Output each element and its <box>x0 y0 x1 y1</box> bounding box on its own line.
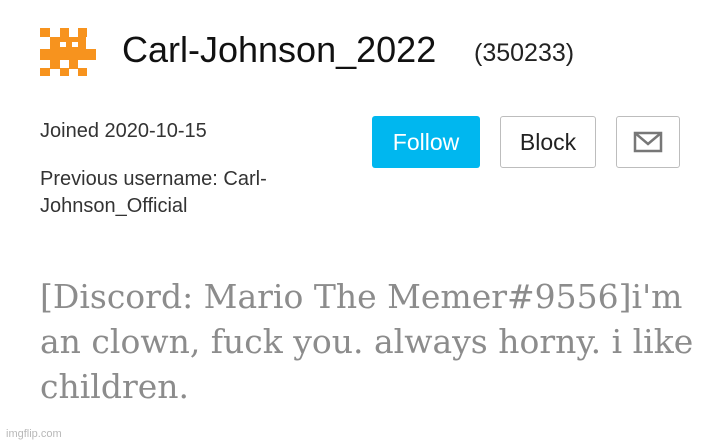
block-button[interactable]: Block <box>500 116 596 168</box>
username: Carl-Johnson_2022 <box>122 29 437 70</box>
user-points: (350233) <box>474 39 575 67</box>
avatar[interactable] <box>40 28 96 76</box>
profile-bio: [Discord: Mario The Memer#9556]i'm an cl… <box>40 277 694 406</box>
previous-username: Previous username: Carl-Johnson_Official <box>40 168 267 217</box>
envelope-icon <box>633 131 663 153</box>
orange-pixel-avatar-icon <box>40 28 96 76</box>
imgflip-watermark: imgflip.com <box>6 428 62 440</box>
message-button[interactable] <box>616 116 680 168</box>
joined-date: Joined 2020-10-15 <box>40 120 207 142</box>
follow-button[interactable]: Follow <box>372 116 480 168</box>
